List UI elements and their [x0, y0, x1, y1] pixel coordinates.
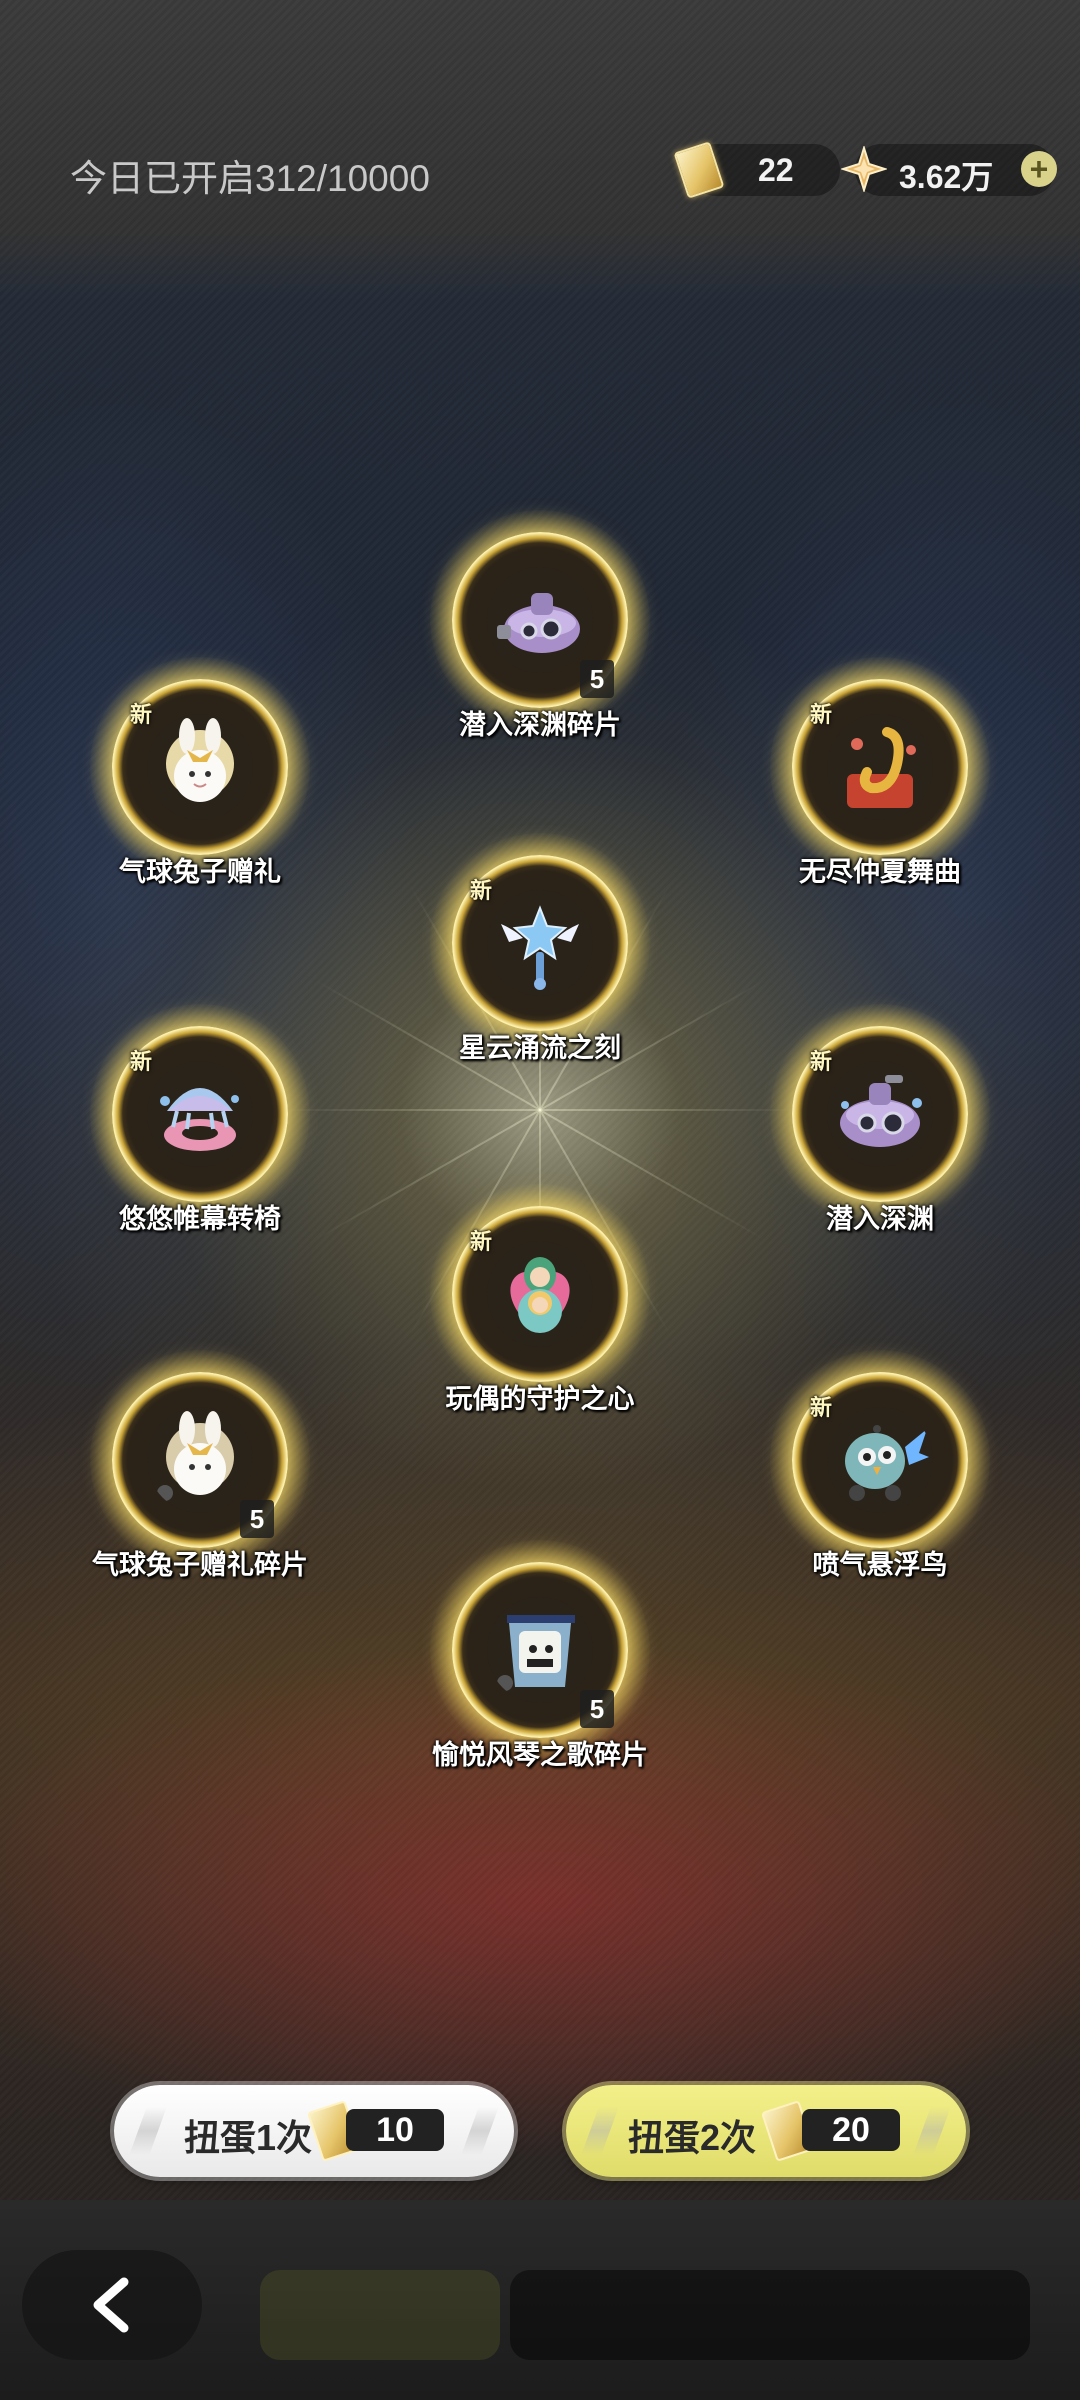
gacha-once-button[interactable]: 扭蛋1次 10	[114, 2085, 514, 2177]
back-button[interactable]	[22, 2250, 202, 2360]
top-bar: 今日已开启312/10000 22 3.62万 +	[0, 0, 1080, 240]
prize-item[interactable]: 5 气球兔子赠礼碎片	[90, 1350, 310, 1610]
star-shard-icon	[841, 146, 887, 192]
opened-today-counter: 今日已开启312/10000	[70, 158, 430, 199]
accordion-icon	[487, 1597, 593, 1703]
new-tag: 新	[810, 1049, 833, 1074]
balloon-bunny-icon	[147, 714, 253, 820]
star-wand-icon	[487, 890, 593, 996]
prize-item[interactable]: 新 气球兔子赠礼	[90, 657, 310, 917]
item-count: 5	[580, 1690, 614, 1728]
jet-bird-icon	[827, 1407, 933, 1513]
prize-item[interactable]: 新 无尽仲夏舞曲	[770, 657, 990, 917]
submarine-icon	[827, 1061, 933, 1167]
new-tag: 新	[130, 702, 153, 727]
new-tag: 新	[810, 1395, 833, 1420]
shard-balance[interactable]: 3.62万 +	[841, 144, 1057, 196]
prize-item[interactable]: 新 潜入深渊	[770, 1004, 990, 1264]
prize-item[interactable]: 5 潜入深渊碎片	[430, 510, 650, 770]
new-tag: 新	[130, 1049, 153, 1074]
prize-name: 气球兔子赠礼	[119, 857, 281, 887]
new-tag: 新	[470, 878, 493, 903]
chevron-left-icon	[93, 2277, 129, 2333]
ticket-icon	[673, 141, 725, 199]
shard-count: 3.62万	[899, 159, 994, 195]
gacha-once-cost: 10	[346, 2109, 444, 2151]
item-count: 5	[580, 660, 614, 698]
gacha-twice-button[interactable]: 扭蛋2次 20	[566, 2085, 966, 2177]
ticket-count: 22	[758, 152, 794, 188]
gacha-twice-cost: 20	[802, 2109, 900, 2151]
prize-name: 无尽仲夏舞曲	[799, 857, 961, 887]
prize-name: 气球兔子赠礼碎片	[92, 1550, 308, 1580]
prize-name: 玩偶的守护之心	[445, 1384, 635, 1414]
gacha-twice-label: 扭蛋2次	[628, 2117, 757, 2158]
saxophone-icon	[827, 714, 933, 820]
balloon-bunny-icon	[147, 1407, 253, 1513]
prize-name: 愉悦风琴之歌碎片	[432, 1740, 648, 1770]
new-tag: 新	[810, 702, 833, 727]
jellyfish-chair-icon	[147, 1061, 253, 1167]
prize-name: 喷气悬浮鸟	[812, 1550, 948, 1580]
nesting-doll-icon	[487, 1241, 593, 1347]
prize-item[interactable]: 新 悠悠帷幕转椅	[90, 1004, 310, 1264]
prize-name: 星云涌流之刻	[459, 1033, 621, 1063]
gacha-once-label: 扭蛋1次	[184, 2117, 313, 2158]
prize-item[interactable]: 5 愉悦风琴之歌碎片	[430, 1540, 650, 1800]
prize-name: 潜入深渊碎片	[459, 710, 621, 740]
prize-item[interactable]: 新 喷气悬浮鸟	[770, 1350, 990, 1610]
prize-item[interactable]: 新 星云涌流之刻	[430, 833, 650, 1093]
plus-icon[interactable]: +	[1021, 151, 1057, 187]
prize-name: 悠悠帷幕转椅	[119, 1204, 281, 1234]
submarine-icon	[487, 567, 593, 673]
item-count: 5	[240, 1500, 274, 1538]
prize-name: 潜入深渊	[826, 1204, 934, 1234]
new-tag: 新	[470, 1229, 493, 1254]
ticket-balance[interactable]: 22	[673, 141, 840, 199]
prize-item[interactable]: 新 玩偶的守护之心	[430, 1184, 650, 1444]
